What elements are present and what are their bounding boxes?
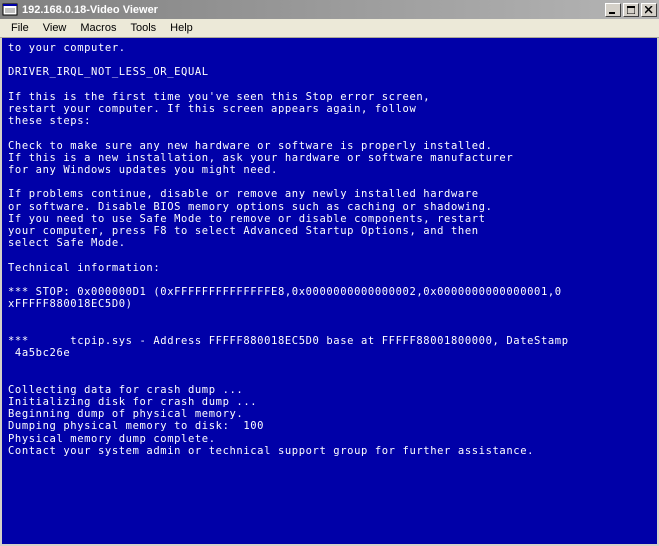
- video-viewport: to your computer. DRIVER_IRQL_NOT_LESS_O…: [2, 38, 657, 544]
- bsod-check: If this is a new installation, ask your …: [8, 152, 513, 164]
- bsod-stop: *** STOP: 0x000000D1 (0xFFFFFFFFFFFFFFE8…: [8, 286, 562, 298]
- app-icon: [2, 2, 18, 18]
- bsod-error-code: DRIVER_IRQL_NOT_LESS_OR_EQUAL: [8, 66, 209, 78]
- bsod-dump: Collecting data for crash dump ...: [8, 384, 243, 396]
- window-controls: [605, 3, 657, 17]
- bsod-problems: If problems continue, disable or remove …: [8, 188, 479, 200]
- bsod-problems: If you need to use Safe Mode to remove o…: [8, 213, 486, 225]
- bsod-tech-label: Technical information:: [8, 262, 160, 274]
- close-button[interactable]: [641, 3, 657, 17]
- menu-tools[interactable]: Tools: [123, 21, 163, 35]
- bsod-instr: restart your computer. If this screen ap…: [8, 103, 416, 115]
- bsod-dump: Contact your system admin or technical s…: [8, 445, 534, 457]
- close-icon: [645, 6, 653, 14]
- minimize-icon: [609, 6, 617, 14]
- bsod-problems: your computer, press F8 to select Advanc…: [8, 225, 479, 237]
- window-title: 192.168.0.18-Video Viewer: [22, 4, 605, 16]
- bsod-dump: Beginning dump of physical memory.: [8, 408, 243, 420]
- menu-macros[interactable]: Macros: [73, 21, 123, 35]
- bsod-dump: Dumping physical memory to disk: 100: [8, 420, 264, 432]
- bsod-screen: to your computer. DRIVER_IRQL_NOT_LESS_O…: [2, 38, 657, 544]
- bsod-check: Check to make sure any new hardware or s…: [8, 140, 493, 152]
- menu-help[interactable]: Help: [163, 21, 200, 35]
- bsod-dump: Physical memory dump complete.: [8, 433, 216, 445]
- maximize-button[interactable]: [623, 3, 639, 17]
- bsod-module: 4a5bc26e: [8, 347, 70, 359]
- bsod-problems: or software. Disable BIOS memory options…: [8, 201, 493, 213]
- bsod-problems: select Safe Mode.: [8, 237, 126, 249]
- menu-view[interactable]: View: [36, 21, 74, 35]
- maximize-icon: [627, 6, 635, 14]
- bsod-stop: xFFFFF880018EC5D0): [8, 298, 133, 310]
- menu-bar: File View Macros Tools Help: [0, 19, 659, 38]
- minimize-button[interactable]: [605, 3, 621, 17]
- bsod-text-top: to your computer.: [8, 42, 126, 54]
- bsod-dump: Initializing disk for crash dump ...: [8, 396, 257, 408]
- bsod-module: *** tcpip.sys - Address FFFFF880018EC5D0…: [8, 335, 569, 347]
- menu-file[interactable]: File: [4, 21, 36, 35]
- bsod-instr: these steps:: [8, 115, 91, 127]
- window-titlebar: 192.168.0.18-Video Viewer: [0, 0, 659, 19]
- bsod-instr: If this is the first time you've seen th…: [8, 91, 430, 103]
- bsod-check: for any Windows updates you might need.: [8, 164, 278, 176]
